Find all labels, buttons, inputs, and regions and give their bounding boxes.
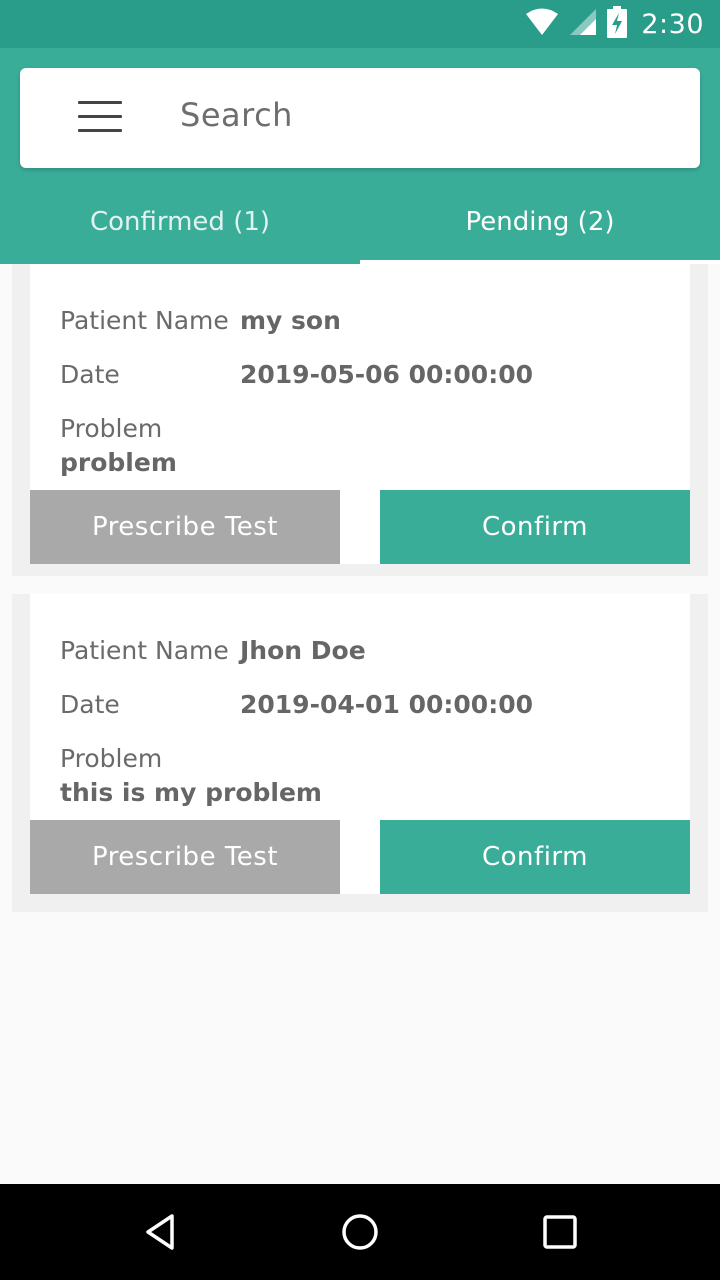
status-bar: 2:30	[0, 0, 720, 48]
problem-label: Problem	[60, 744, 163, 773]
date-label: Date	[60, 690, 120, 719]
status-time: 2:30	[641, 8, 704, 40]
patient-name-label: Patient Name	[60, 636, 229, 665]
problem-value: problem	[60, 448, 177, 477]
tab-bar: Confirmed (1) Pending (2)	[0, 180, 720, 264]
tab-confirmed[interactable]: Confirmed (1)	[0, 180, 360, 264]
tab-confirmed-label: Confirmed (1)	[89, 207, 271, 237]
search-input[interactable]: Search	[180, 96, 293, 134]
appointment-card-body: Patient Name my son Date 2019-05-06 00:0…	[30, 264, 690, 564]
prescribe-test-button[interactable]: Prescribe Test	[30, 820, 340, 894]
prescribe-test-button[interactable]: Prescribe Test	[30, 490, 340, 564]
back-icon[interactable]	[136, 1208, 184, 1256]
appointment-card: Patient Name Jhon Doe Date 2019-04-01 00…	[12, 594, 708, 912]
app-bar: Search Confirmed (1) Pending (2)	[0, 48, 720, 264]
appointment-card: Patient Name my son Date 2019-05-06 00:0…	[12, 264, 708, 576]
appointment-card-body: Patient Name Jhon Doe Date 2019-04-01 00…	[30, 594, 690, 894]
date-value: 2019-05-06 00:00:00	[240, 360, 533, 389]
tab-pending[interactable]: Pending (2)	[360, 180, 720, 264]
recents-icon[interactable]	[536, 1208, 584, 1256]
signal-icon	[569, 8, 597, 40]
battery-charging-icon	[607, 6, 628, 42]
patient-name-value: Jhon Doe	[240, 636, 366, 665]
tab-pending-label: Pending (2)	[465, 207, 615, 237]
problem-value: this is my problem	[60, 778, 322, 807]
patient-name-value: my son	[240, 306, 341, 335]
navigation-bar	[0, 1184, 720, 1280]
confirm-button[interactable]: Confirm	[380, 490, 690, 564]
date-value: 2019-04-01 00:00:00	[240, 690, 533, 719]
date-label: Date	[60, 360, 120, 389]
problem-label: Problem	[60, 414, 163, 443]
wifi-icon	[525, 8, 559, 40]
search-bar[interactable]: Search	[20, 68, 700, 168]
patient-name-label: Patient Name	[60, 306, 229, 335]
menu-icon[interactable]	[78, 101, 122, 133]
home-icon[interactable]	[336, 1208, 384, 1256]
confirm-button[interactable]: Confirm	[380, 820, 690, 894]
